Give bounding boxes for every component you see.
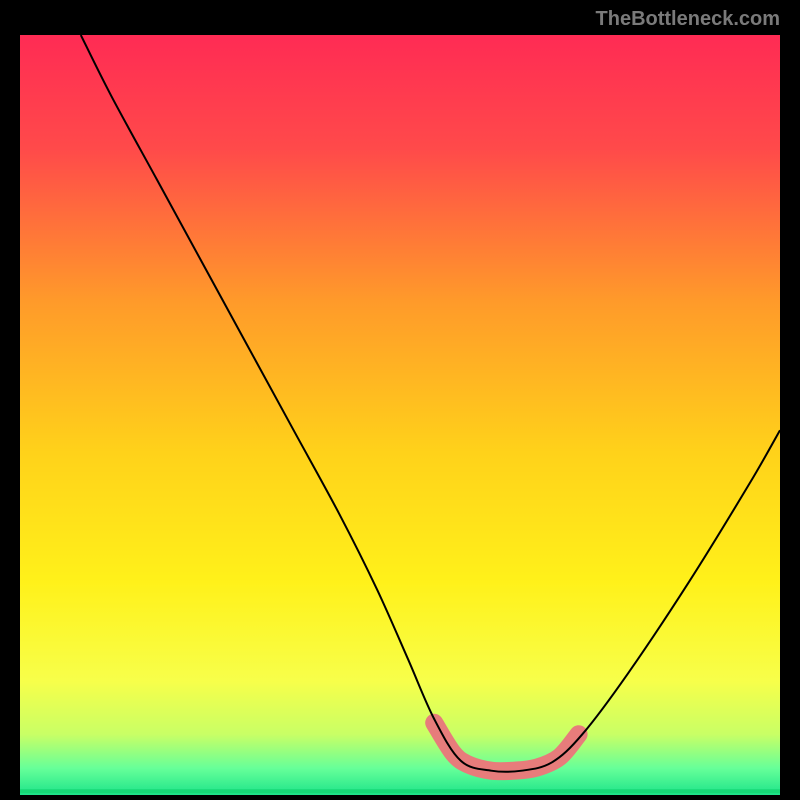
- bottleneck-curve: [81, 35, 780, 772]
- bottom-highlight: [434, 723, 578, 771]
- chart-frame: [20, 35, 780, 795]
- chart-overlay: [20, 35, 780, 795]
- watermark-text: TheBottleneck.com: [596, 8, 780, 31]
